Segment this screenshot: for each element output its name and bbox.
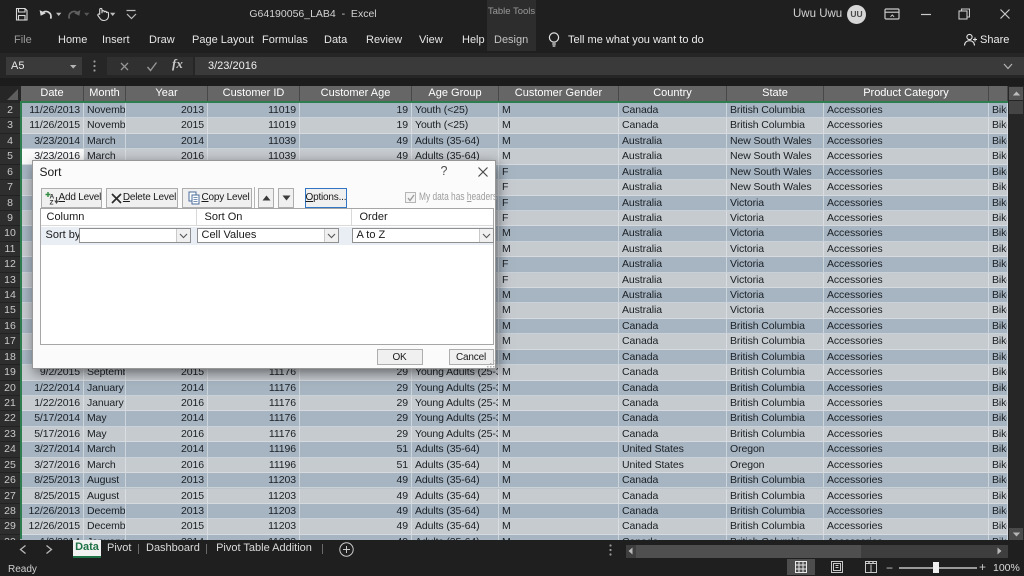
svg-text:Z: Z	[49, 200, 53, 206]
